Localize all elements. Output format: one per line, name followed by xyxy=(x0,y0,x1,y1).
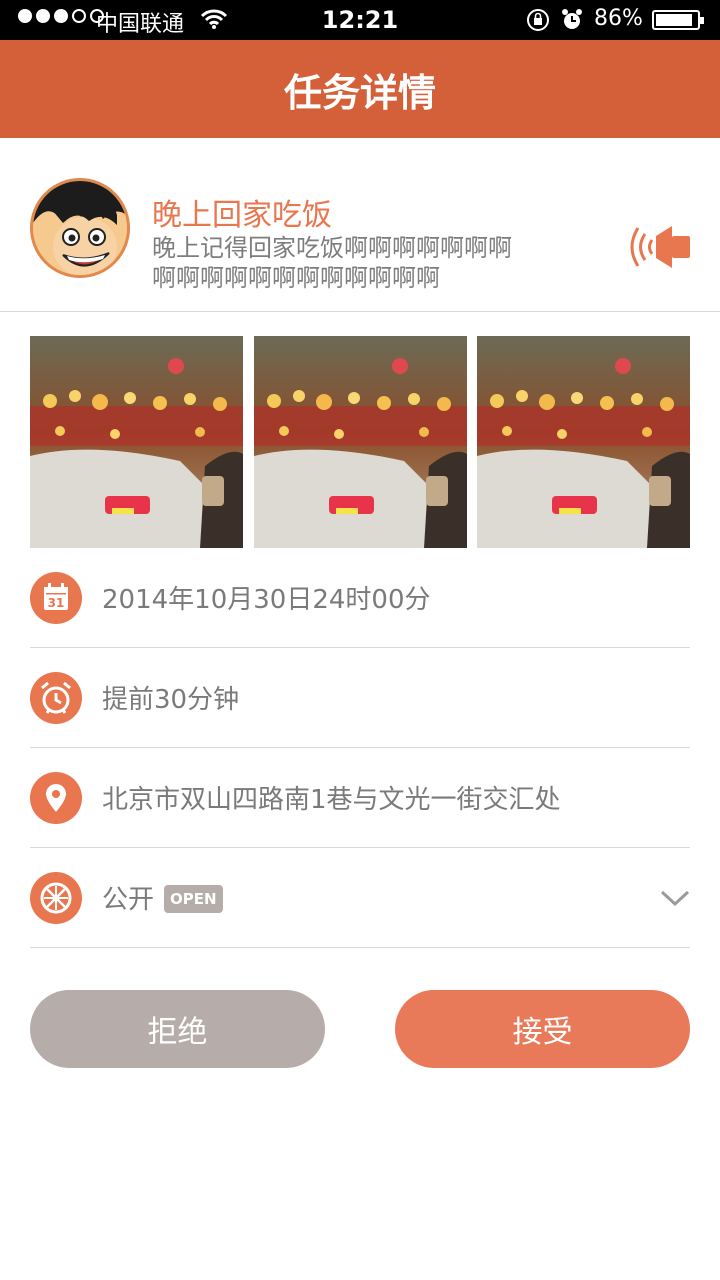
task-description: 晚上记得回家吃饭啊啊啊啊啊啊啊 啊啊啊啊啊啊啊啊啊啊啊啊 xyxy=(152,233,552,293)
row-datetime: 31 2014年10月30日24时00分 xyxy=(30,548,690,648)
visibility-text: 公开 xyxy=(102,885,155,915)
task-datetime: 2014年10月30日24时00分 xyxy=(102,585,431,615)
photo-gallery xyxy=(30,336,690,548)
reminder-text: 提前30分钟 xyxy=(102,685,240,715)
status-bar: 中国联通 12:21 86% xyxy=(0,0,720,40)
task-title: 晚上回家吃饭 xyxy=(152,198,332,233)
chevron-down-icon[interactable] xyxy=(660,888,690,912)
location-pin-icon xyxy=(30,772,82,824)
avatar[interactable] xyxy=(30,178,130,278)
location-text: 北京市双山四路南1巷与文光一街交汇处 xyxy=(102,785,561,815)
row-location[interactable]: 北京市双山四路南1巷与文光一街交汇处 xyxy=(30,748,690,848)
navigation-bar: 任务详情 xyxy=(0,40,720,138)
calendar-icon: 31 xyxy=(30,572,82,624)
rotation-lock-icon xyxy=(526,8,550,38)
task-description-line-1: 晚上记得回家吃饭啊啊啊啊啊啊啊 xyxy=(152,234,512,262)
row-reminder[interactable]: 提前30分钟 xyxy=(30,648,690,748)
task-description-line-2: 啊啊啊啊啊啊啊啊啊啊啊啊 xyxy=(152,264,440,292)
page-title: 任务详情 xyxy=(283,70,436,115)
battery-icon xyxy=(652,10,704,30)
alarm-status-icon xyxy=(561,8,583,38)
battery-percent: 86% xyxy=(594,6,643,31)
accept-button[interactable]: 接受 xyxy=(395,990,690,1068)
row-visibility[interactable]: 公开 OPEN xyxy=(30,848,690,948)
task-photo[interactable] xyxy=(30,336,243,548)
reject-button[interactable]: 拒绝 xyxy=(30,990,325,1068)
task-photo[interactable] xyxy=(477,336,690,548)
open-badge: OPEN xyxy=(164,885,223,913)
task-photo[interactable] xyxy=(253,336,467,548)
svg-text:31: 31 xyxy=(48,596,65,610)
globe-icon xyxy=(30,872,82,924)
task-header: 晚上回家吃饭 晚上记得回家吃饭啊啊啊啊啊啊啊 啊啊啊啊啊啊啊啊啊啊啊啊 xyxy=(0,138,720,312)
alarm-clock-icon xyxy=(30,672,82,724)
speaker-icon[interactable] xyxy=(626,222,692,272)
